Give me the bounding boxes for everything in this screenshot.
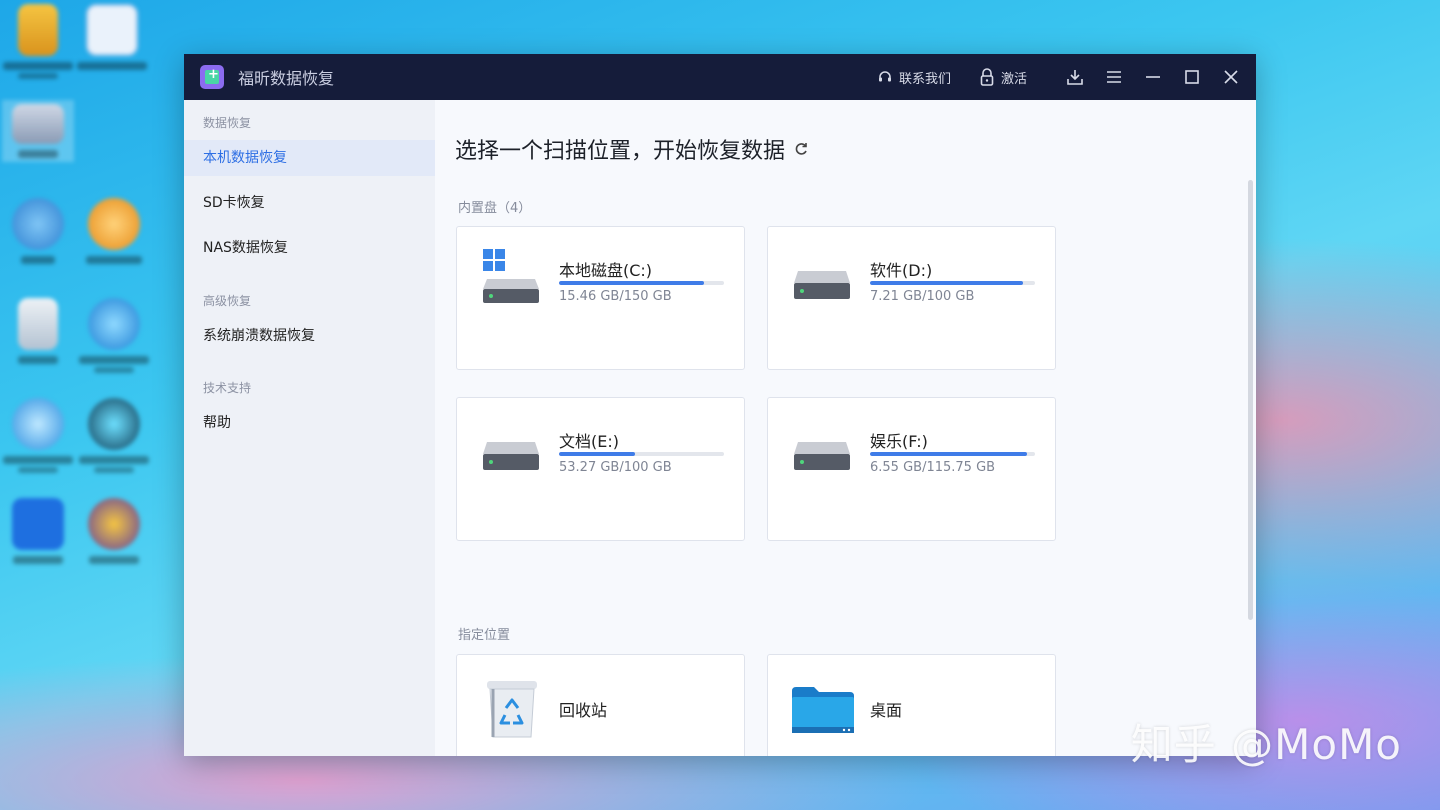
sidebar-group-advanced: 高级恢复 <box>203 294 252 308</box>
contact-us-label: 联系我们 <box>898 71 951 87</box>
drive-usage-fill <box>870 452 1027 456</box>
drive-card-f[interactable]: 娱乐(F:) 6.55 GB/115.75 GB <box>767 397 1056 541</box>
drive-size: 53.27 GB/100 GB <box>559 460 672 475</box>
activate-label: 激活 <box>1000 71 1027 87</box>
drive-card-e[interactable]: 文档(E:) 53.27 GB/100 GB <box>456 397 745 541</box>
refresh-icon[interactable] <box>793 141 809 157</box>
location-name: 桌面 <box>870 701 903 720</box>
desktop-icon-computer[interactable] <box>2 100 74 162</box>
drive-usage-bar <box>870 281 1035 285</box>
drive-name: 娱乐(F:) <box>870 432 928 451</box>
drive-usage-fill <box>559 452 635 456</box>
title-bar: 福昕数据恢复 联系我们 激活 <box>184 54 1256 100</box>
activate-button[interactable]: 激活 <box>979 68 1027 87</box>
main-panel: 选择一个扫描位置，开始恢复数据 内置盘（4） 本地磁盘(C:) 15.46 GB… <box>435 100 1256 756</box>
app-title: 福昕数据恢复 <box>238 69 335 88</box>
drive-size: 6.55 GB/115.75 GB <box>870 460 996 475</box>
sidebar-group-data-recovery: 数据恢复 <box>203 116 252 130</box>
page-title: 选择一个扫描位置，开始恢复数据 <box>455 133 809 165</box>
sidebar-item-nas[interactable]: NAS数据恢复 <box>184 230 435 266</box>
desktop-icon-game[interactable] <box>78 498 150 564</box>
maximize-button[interactable] <box>1172 54 1211 100</box>
contact-us-button[interactable]: 联系我们 <box>877 68 951 87</box>
sidebar-group-support: 技术支持 <box>203 381 252 395</box>
vertical-scrollbar[interactable] <box>1248 180 1253 620</box>
hard-disk-icon <box>483 442 539 470</box>
close-icon <box>1223 70 1238 84</box>
location-name: 回收站 <box>559 701 608 720</box>
desktop-icon-ie[interactable] <box>2 398 74 473</box>
windows-hard-disk-icon <box>483 249 539 303</box>
desktop-icon-app[interactable] <box>76 4 148 70</box>
location-card-recycle-bin[interactable]: 回收站 <box>456 654 745 756</box>
menu-button[interactable] <box>1094 54 1133 100</box>
desktop-folder-icon <box>792 687 854 733</box>
drive-usage-bar <box>559 281 724 285</box>
drive-card-c[interactable]: 本地磁盘(C:) 15.46 GB/150 GB <box>456 226 745 370</box>
drive-size: 15.46 GB/150 GB <box>559 289 672 304</box>
app-logo-icon <box>200 65 224 89</box>
sidebar-item-local-recovery[interactable]: 本机数据恢复 <box>184 140 435 176</box>
drive-name: 本地磁盘(C:) <box>559 261 653 280</box>
recycle-bin-icon <box>487 681 537 738</box>
sidebar: 数据恢复 本机数据恢复 SD卡恢复 NAS数据恢复 高级恢复 系统崩溃数据恢复 … <box>184 100 435 756</box>
desktop-icon-tool[interactable] <box>78 398 150 473</box>
page-title-text: 选择一个扫描位置，开始恢复数据 <box>455 139 786 164</box>
app-window: 福昕数据恢复 联系我们 激活 <box>184 54 1256 756</box>
drive-usage-bar <box>559 452 724 456</box>
lock-icon <box>980 68 994 86</box>
desktop-icon-browser[interactable] <box>78 298 150 373</box>
maximize-icon <box>1184 70 1199 84</box>
desktop-icons <box>0 0 180 600</box>
drive-usage-bar <box>870 452 1035 456</box>
sidebar-item-help[interactable]: 帮助 <box>184 405 435 441</box>
desktop-icon-settings[interactable] <box>2 498 74 564</box>
sidebar-item-system-crash[interactable]: 系统崩溃数据恢复 <box>184 318 435 354</box>
minimize-button[interactable] <box>1133 54 1172 100</box>
drive-name: 文档(E:) <box>559 432 619 451</box>
drive-usage-fill <box>870 281 1024 285</box>
location-card-desktop[interactable]: 桌面 <box>767 654 1056 756</box>
desktop-icon-network[interactable] <box>2 198 74 264</box>
minimize-icon <box>1145 76 1160 78</box>
desktop-icon-user-folder[interactable] <box>2 4 74 79</box>
download-button[interactable] <box>1055 54 1094 100</box>
download-icon <box>1066 70 1083 85</box>
headset-icon <box>878 71 891 82</box>
hard-disk-icon <box>794 442 850 470</box>
specified-location-label: 指定位置 <box>458 628 511 643</box>
drive-size: 7.21 GB/100 GB <box>870 289 975 304</box>
desktop-icon-player[interactable] <box>78 198 150 264</box>
drive-name: 软件(D:) <box>870 261 933 280</box>
close-button[interactable] <box>1211 54 1250 100</box>
sidebar-item-sd-card[interactable]: SD卡恢复 <box>184 185 435 221</box>
desktop-icon-recycle[interactable] <box>2 298 74 364</box>
menu-icon <box>1106 71 1121 83</box>
watermark: 知乎 @MoMo <box>1130 720 1402 769</box>
hard-disk-icon <box>794 271 850 299</box>
drive-usage-fill <box>559 281 705 285</box>
internal-drives-label: 内置盘（4） <box>458 201 532 216</box>
drive-card-d[interactable]: 软件(D:) 7.21 GB/100 GB <box>767 226 1056 370</box>
